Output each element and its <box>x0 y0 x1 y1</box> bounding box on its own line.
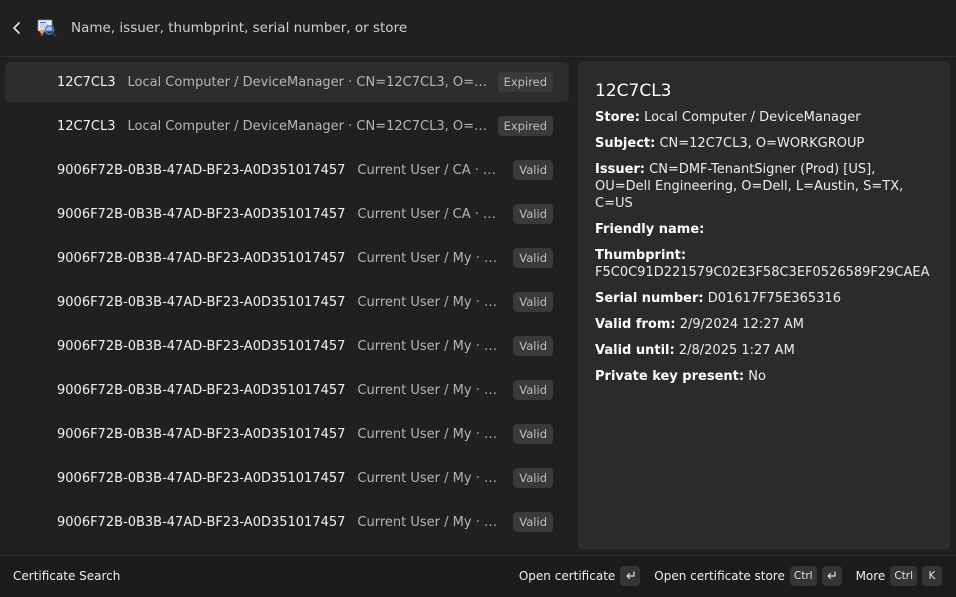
list-item-subtitle: Current User / CA · CN=9006F72B <box>357 206 503 222</box>
detail-label: Private key present: <box>595 369 745 384</box>
detail-value: F5C0C91D221579C02E3F58C3EF0526589F29CAEA <box>595 265 930 280</box>
certificate-search-icon <box>37 18 57 38</box>
detail-label: Valid from: <box>595 317 676 332</box>
status-badge: Valid <box>513 336 553 356</box>
list-item-subtitle: Current User / My · CN=9006F72B <box>357 426 503 442</box>
footer-title: Certificate Search <box>13 569 121 583</box>
detail-field: Thumbprint: F5C0C91D221579C02E3F58C3EF052… <box>595 247 933 281</box>
detail-field: Issuer: CN=DMF-TenantSigner (Prod) [US],… <box>595 161 933 212</box>
list-item[interactable]: 9006F72B-0B3B-47AD-BF23-A0D351017457 Curr… <box>5 282 569 322</box>
detail-label: Subject: <box>595 136 656 151</box>
detail-field: Subject: CN=12C7CL3, O=WORKGROUP <box>595 135 933 152</box>
detail-value: CN=12C7CL3, O=WORKGROUP <box>659 136 865 151</box>
back-button[interactable] <box>6 16 28 40</box>
footer-actions: Open certificate Open certificate store … <box>505 566 942 586</box>
list-item[interactable]: 9006F72B-0B3B-47AD-BF23-A0D351017457 Curr… <box>5 370 569 410</box>
details-panel: 12C7CL3 Store: Local Computer / DeviceMa… <box>578 62 950 549</box>
open-certificate-button[interactable]: Open certificate <box>518 566 641 586</box>
detail-field: Valid until: 2/8/2025 1:27 AM <box>595 342 933 359</box>
status-badge: Valid <box>513 160 553 180</box>
search-input[interactable] <box>71 16 931 40</box>
list-item-subtitle: Current User / My · CN=9006F72B <box>357 382 503 398</box>
detail-field: Valid from: 2/9/2024 12:27 AM <box>595 316 933 333</box>
status-badge: Valid <box>513 468 553 488</box>
open-store-label: Open certificate store <box>654 569 785 583</box>
list-item-title: 9006F72B-0B3B-47AD-BF23-A0D351017457 <box>57 514 346 530</box>
enter-key-hint <box>620 566 641 586</box>
certificate-list: 12C7CL3 Local Computer / DeviceManager · … <box>5 62 569 546</box>
detail-value: 2/8/2025 1:27 AM <box>678 343 795 358</box>
k-key-hint: K <box>922 566 942 586</box>
status-badge: Valid <box>513 424 553 444</box>
list-item-subtitle: Current User / My · CN=9006F72B <box>357 338 503 354</box>
enter-key-icon <box>626 571 635 580</box>
ctrl-key-hint: Ctrl <box>789 566 817 586</box>
status-badge: Valid <box>513 292 553 312</box>
list-item-title: 9006F72B-0B3B-47AD-BF23-A0D351017457 <box>57 162 346 178</box>
list-item[interactable]: 9006F72B-0B3B-47AD-BF23-A0D351017457 Curr… <box>5 414 569 454</box>
status-badge: Valid <box>513 380 553 400</box>
detail-field: Store: Local Computer / DeviceManager <box>595 109 933 126</box>
detail-field: Private key present: No <box>595 368 933 385</box>
details-title: 12C7CL3 <box>595 81 672 101</box>
list-item-subtitle: Current User / CA · CN=9006F72B <box>357 162 503 178</box>
list-item-title: 9006F72B-0B3B-47AD-BF23-A0D351017457 <box>57 426 346 442</box>
detail-field: Friendly name: <box>595 221 933 238</box>
list-item-subtitle: Local Computer / DeviceManager · CN=12C7… <box>127 74 487 90</box>
list-item-title: 9006F72B-0B3B-47AD-BF23-A0D351017457 <box>57 382 346 398</box>
list-item-title: 9006F72B-0B3B-47AD-BF23-A0D351017457 <box>57 470 346 486</box>
enter-key-icon <box>827 571 836 580</box>
list-item-subtitle: Current User / My · CN=9006F72B <box>357 470 503 486</box>
list-item-subtitle: Local Computer / DeviceManager · CN=12C7… <box>127 118 487 134</box>
list-item[interactable]: 9006F72B-0B3B-47AD-BF23-A0D351017457 Curr… <box>5 150 569 190</box>
open-certificate-store-button[interactable]: Open certificate store Ctrl <box>654 566 842 586</box>
list-item-title: 9006F72B-0B3B-47AD-BF23-A0D351017457 <box>57 294 346 310</box>
detail-label: Valid until: <box>595 343 675 358</box>
status-badge: Valid <box>513 512 553 532</box>
search-bar <box>0 0 956 57</box>
detail-field: Serial number: D01617F75E365316 <box>595 290 933 307</box>
ctrl-key-hint: Ctrl <box>890 566 917 586</box>
status-badge: Expired <box>497 116 553 136</box>
list-item[interactable]: 12C7CL3 Local Computer / DeviceManager · … <box>5 106 569 146</box>
list-item[interactable]: 9006F72B-0B3B-47AD-BF23-A0D351017457 Curr… <box>5 238 569 278</box>
list-item[interactable]: 9006F72B-0B3B-47AD-BF23-A0D351017457 Curr… <box>5 502 569 542</box>
list-item-subtitle: Current User / My · CN=9006F72B <box>357 294 503 310</box>
list-item-title: 9006F72B-0B3B-47AD-BF23-A0D351017457 <box>57 250 346 266</box>
detail-value: No <box>748 369 766 384</box>
detail-label: Serial number: <box>595 291 704 306</box>
detail-label: Issuer: <box>595 162 645 177</box>
list-item-subtitle: Current User / My · CN=9006F72B <box>357 514 503 530</box>
list-item-title: 9006F72B-0B3B-47AD-BF23-A0D351017457 <box>57 338 346 354</box>
footer: Certificate Search Open certificate Open… <box>0 555 956 597</box>
detail-label: Store: <box>595 110 640 125</box>
open-certificate-label: Open certificate <box>518 569 616 583</box>
list-item[interactable]: 12C7CL3 Local Computer / DeviceManager · … <box>5 62 569 102</box>
detail-label: Thumbprint: <box>595 248 687 263</box>
status-badge: Expired <box>497 72 553 92</box>
status-badge: Valid <box>513 248 553 268</box>
detail-label: Friendly name: <box>595 222 705 237</box>
chevron-left-icon <box>13 22 20 34</box>
more-button[interactable]: More Ctrl K <box>856 566 942 586</box>
list-item[interactable]: 9006F72B-0B3B-47AD-BF23-A0D351017457 Curr… <box>5 194 569 234</box>
detail-value: D01617F75E365316 <box>707 291 841 306</box>
list-item[interactable]: 9006F72B-0B3B-47AD-BF23-A0D351017457 Curr… <box>5 326 569 366</box>
more-label: More <box>855 569 886 583</box>
list-item[interactable]: 9006F72B-0B3B-47AD-BF23-A0D351017457 Curr… <box>5 458 569 498</box>
list-item-title: 12C7CL3 <box>57 118 116 134</box>
detail-value: 2/9/2024 12:27 AM <box>679 317 804 332</box>
list-item-title: 9006F72B-0B3B-47AD-BF23-A0D351017457 <box>57 206 346 222</box>
detail-value: Local Computer / DeviceManager <box>644 110 861 125</box>
enter-key-hint <box>821 566 842 586</box>
list-item-subtitle: Current User / My · CN=9006F72B <box>357 250 503 266</box>
status-badge: Valid <box>513 204 553 224</box>
details-fields: Store: Local Computer / DeviceManager Sub… <box>595 109 933 385</box>
list-item-title: 12C7CL3 <box>57 74 116 90</box>
